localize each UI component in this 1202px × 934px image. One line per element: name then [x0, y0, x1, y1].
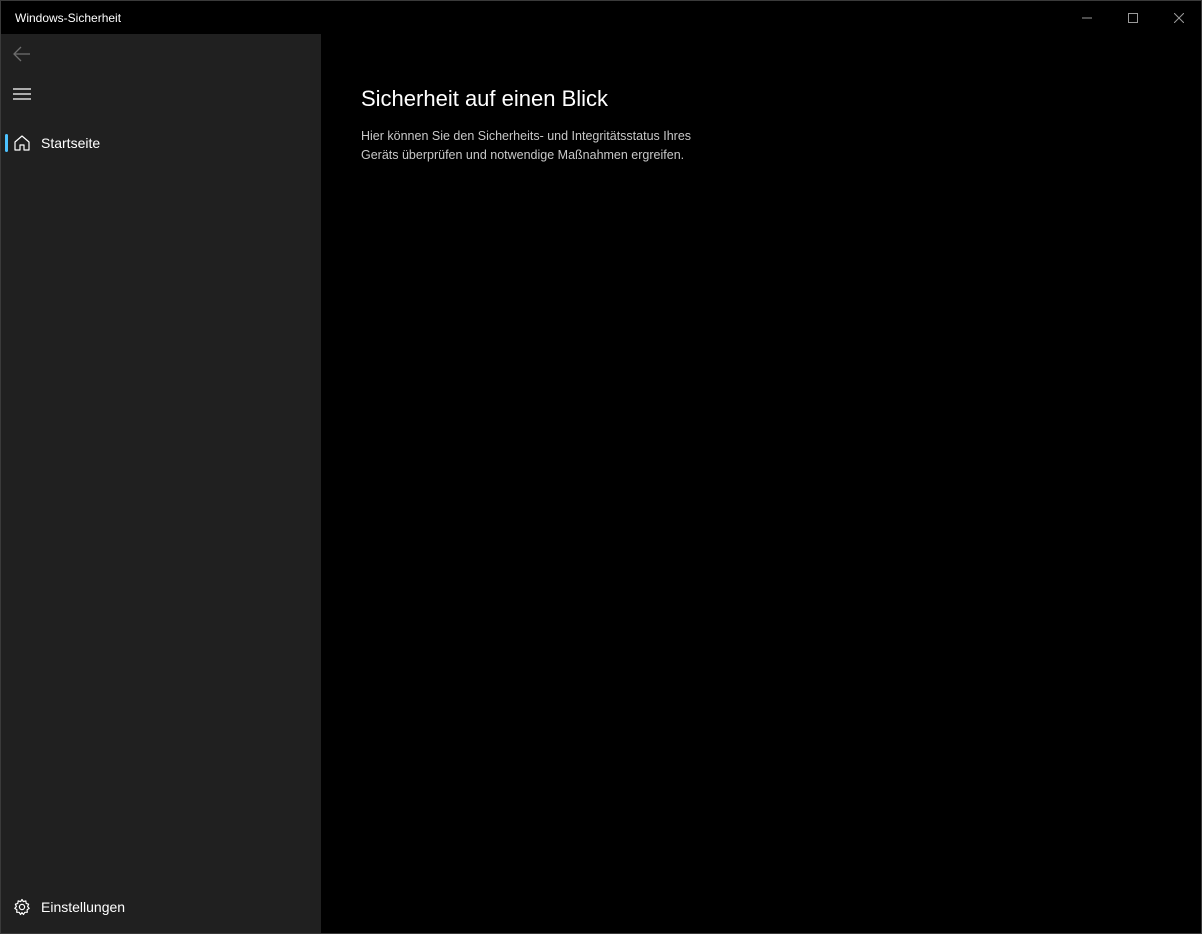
sidebar-item-label: Startseite — [41, 135, 101, 151]
maximize-icon — [1128, 12, 1138, 23]
sidebar-footer-label: Einstellungen — [41, 899, 126, 915]
minimize-button[interactable] — [1064, 1, 1110, 34]
hamburger-icon — [13, 88, 31, 100]
main-content: Sicherheit auf einen Blick Hier können S… — [321, 34, 1201, 933]
title-bar[interactable]: Windows-Sicherheit — [1, 1, 1201, 34]
close-icon — [1174, 12, 1184, 23]
selection-indicator — [5, 134, 8, 152]
sidebar-item-einstellungen[interactable]: Einstellungen — [1, 888, 321, 926]
gear-icon — [14, 898, 30, 916]
window-title: Windows-Sicherheit — [15, 11, 122, 25]
sidebar: Startseite Einstellungen — [1, 34, 321, 933]
arrow-left-icon — [13, 46, 30, 62]
menu-toggle-button[interactable] — [5, 78, 39, 110]
minimize-icon — [1082, 17, 1092, 18]
back-button[interactable] — [5, 38, 39, 70]
sidebar-item-startseite[interactable]: Startseite — [1, 124, 321, 162]
home-icon — [14, 135, 30, 151]
close-button[interactable] — [1156, 1, 1202, 34]
page-title: Sicherheit auf einen Blick — [361, 86, 609, 111]
app-window: Windows-Sicherheit Startseite Einstellun… — [0, 0, 1202, 934]
page-description: Hier können Sie den Sicherheits- und Int… — [361, 129, 692, 162]
maximize-button[interactable] — [1110, 1, 1156, 34]
